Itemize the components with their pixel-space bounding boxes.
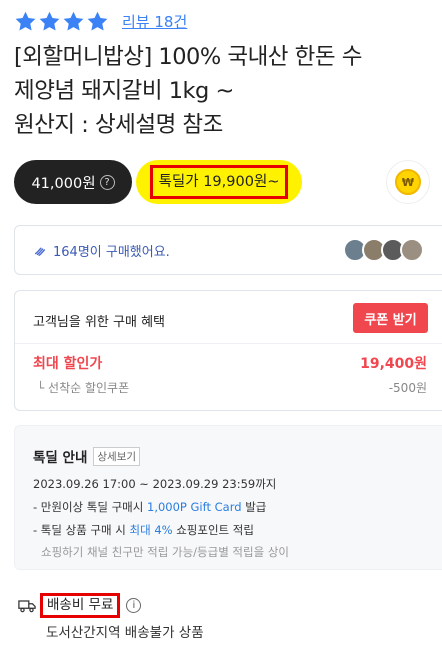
product-title-line: 제양념 돼지갈비 1kg ~: [14, 78, 234, 104]
deal-info-heading: 톡딜 안내 상세보기: [33, 446, 442, 466]
divider: [15, 343, 442, 344]
deal-price: 19,900원~: [203, 174, 280, 190]
shipping-row: 배송비 무료 i: [18, 593, 142, 618]
buyers-banner[interactable]: 164명이 구매했어요.: [14, 225, 442, 275]
product-title-line: 원산지 : 상세설명 참조: [14, 112, 223, 138]
truck-icon: [18, 599, 36, 612]
point-line: - 톡딜 상품 구매 시 최대 4% 쇼핑포인트 적립: [33, 523, 254, 537]
price-row: 41,000원 ? 톡딜가 19,900원~ ₩: [14, 160, 442, 204]
deal-price-pill[interactable]: 톡딜가 19,900원~: [136, 160, 302, 204]
star-icon: [63, 11, 84, 31]
star-icon: [39, 11, 60, 31]
product-title: [외할머니밥상] 100% 국내산 한돈 수 제양념 돼지갈비 1kg ~ 원산…: [14, 40, 442, 142]
won-coin-icon: ₩: [395, 169, 421, 195]
max-discount-value: 19,400원: [360, 356, 427, 372]
avatar: [400, 238, 424, 262]
coin-button[interactable]: ₩: [386, 160, 430, 204]
benefit-heading: 고객님을 위한 구매 혜택: [33, 315, 165, 330]
deal-period: 2023.09.26 17:00 ~ 2023.09.29 23:59까지: [33, 477, 277, 491]
deal-price-highlight: 톡딜가 19,900원~: [149, 165, 289, 199]
buyer-avatars: [343, 238, 424, 262]
shipping-note: 도서산간지역 배송불가 상품: [46, 625, 204, 641]
wave-hand-icon: [34, 247, 46, 256]
star-icon: [87, 11, 108, 31]
point-note: 쇼핑하기 채널 친구만 적립 가능/등급별 적립을 상이: [41, 545, 289, 559]
purchase-benefit-card: 고객님을 위한 구매 혜택 쿠폰 받기 최대 할인가 19,400원 └ 선착순…: [14, 290, 442, 411]
deal-label: 톡딜가: [158, 174, 199, 190]
coupon-label: └ 선착순 할인쿠폰: [37, 381, 130, 395]
coupon-value: -500원: [388, 381, 427, 395]
free-shipping-label: 배송비 무료: [40, 593, 121, 618]
rating-stars: [14, 10, 110, 33]
review-count-link[interactable]: 리뷰 18건: [122, 11, 187, 32]
original-price: 41,000원: [31, 175, 96, 192]
detail-view-button[interactable]: 상세보기: [93, 446, 141, 466]
info-icon[interactable]: i: [126, 598, 142, 613]
rating-row: 리뷰 18건: [14, 8, 187, 34]
gift-card-line: - 만원이상 톡딜 구매시 1,000P Gift Card 발급: [33, 500, 267, 514]
buyers-count-text: 164명이 구매했어요.: [53, 244, 170, 260]
max-discount-label: 최대 할인가: [33, 356, 103, 372]
get-coupon-button[interactable]: 쿠폰 받기: [353, 303, 428, 333]
original-price-pill[interactable]: 41,000원 ?: [14, 160, 132, 204]
star-icon: [15, 11, 36, 31]
question-icon[interactable]: ?: [99, 174, 115, 190]
product-title-line: [외할머니밥상] 100% 국내산 한돈 수: [14, 44, 362, 70]
deal-info-box: 톡딜 안내 상세보기 2023.09.26 17:00 ~ 2023.09.29…: [14, 425, 442, 570]
